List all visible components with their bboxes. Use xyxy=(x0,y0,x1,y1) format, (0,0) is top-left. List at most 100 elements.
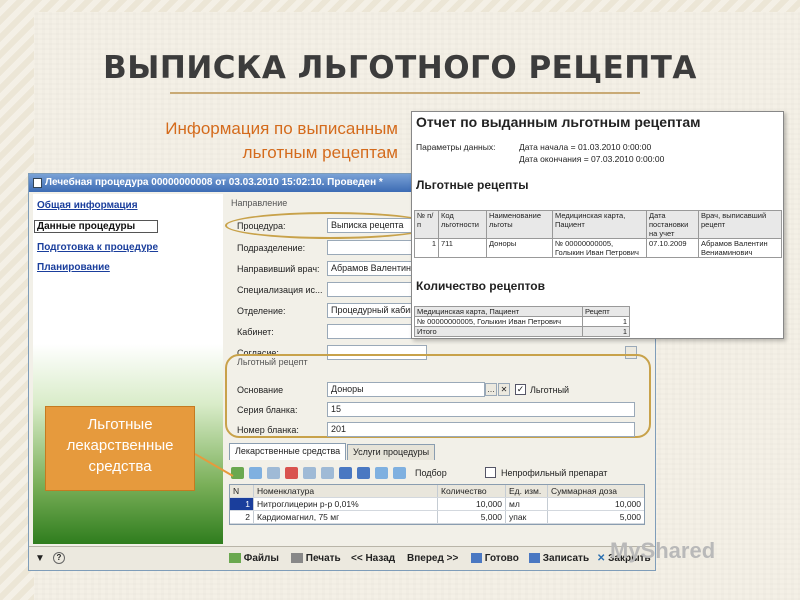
copy-row-icon[interactable] xyxy=(249,467,262,479)
rep-cell-patient: № 00000000005, Голыкин Иван Петрович xyxy=(552,238,647,258)
callout-connector xyxy=(195,453,234,477)
count-cell-patient: № 00000000005, Голыкин Иван Петрович xyxy=(414,316,583,327)
rep-cell-code: 711 xyxy=(438,238,487,258)
edit-row-icon[interactable] xyxy=(267,467,280,479)
subtitle-line-1: Информация по выписанным xyxy=(165,119,398,138)
window-title: Лечебная процедура 00000000008 от 03.03.… xyxy=(45,177,383,188)
grid-header-total-dose[interactable]: Суммарная доза xyxy=(548,485,644,497)
basis-clear-button[interactable]: ✕ xyxy=(498,383,510,396)
basis-label: Основание xyxy=(237,385,284,395)
privileged-label: Льготный xyxy=(530,385,570,395)
nav-link-preparation[interactable]: Подготовка к процедуре xyxy=(37,242,158,253)
number-label: Номер бланка: xyxy=(237,425,299,435)
nav-list: Общая информация Данные процедуры Подгот… xyxy=(34,200,159,282)
nav-link-general-info[interactable]: Общая информация xyxy=(37,200,158,211)
navigation-pane: Общая информация Данные процедуры Подгот… xyxy=(33,194,223,544)
nonprofile-checkbox[interactable] xyxy=(485,467,496,478)
recipe-count-table: Медицинская карта, Пациент Рецепт № 0000… xyxy=(414,306,630,337)
watermark-logo: MyShared xyxy=(610,538,716,563)
forward-button[interactable]: Вперед >> xyxy=(407,553,458,564)
window-status-bar: ▼ ? Файлы Печать << Назад Вперед >> Гото… xyxy=(29,546,655,570)
grid-cell-n: 1 xyxy=(230,498,254,510)
fill-icon[interactable] xyxy=(321,467,334,479)
rep-cell-privilege-name: Доноры xyxy=(486,238,553,258)
number-field[interactable]: 201 xyxy=(327,422,635,437)
medicines-grid: N Номенклатура Количество Ед. изм. Сумма… xyxy=(229,484,645,525)
recipe-group-caption: Льготный рецепт xyxy=(237,357,308,367)
series-label: Серия бланка: xyxy=(237,405,298,415)
grid-cell-unit: упак xyxy=(506,511,548,523)
grid-cell-quantity: 5,000 xyxy=(438,511,506,523)
done-button[interactable]: Готово xyxy=(471,553,519,564)
report-date-end: Дата окончания = 07.03.2010 0:00:00 xyxy=(519,154,665,164)
callout-line-1: Льготные xyxy=(87,416,153,433)
callout-line-2: лекарственные xyxy=(66,437,174,454)
sort-asc-icon[interactable] xyxy=(375,467,388,479)
dropdown-arrow-icon[interactable]: ▼ xyxy=(35,553,45,564)
delete-row-icon[interactable] xyxy=(285,467,298,479)
grid-toolbar: Подбор Непрофильный препарат xyxy=(231,465,647,481)
medicines-callout: Льготные лекарственные средства xyxy=(45,406,195,491)
printer-icon xyxy=(291,553,303,564)
document-icon xyxy=(33,178,42,188)
end-edit-icon[interactable] xyxy=(303,467,316,479)
procedure-highlight xyxy=(225,212,435,239)
nonprofile-label: Непрофильный препарат xyxy=(501,468,608,478)
grid-header-n[interactable]: N xyxy=(230,485,254,497)
report-params-label: Параметры данных: xyxy=(416,142,496,152)
tab-medicines[interactable]: Лекарственные средства xyxy=(229,443,347,460)
files-icon xyxy=(229,553,241,564)
table-header-row: № п/п Код льготности Наименование льготы… xyxy=(414,210,782,239)
table-total-row: Итого 1 xyxy=(414,326,630,337)
nav-link-procedure-data[interactable]: Данные процедуры xyxy=(34,220,159,233)
rep-col-privilege-name: Наименование льготы xyxy=(486,210,553,239)
report-section-privileged: Льготные рецепты xyxy=(416,178,529,192)
cabinet-label: Кабинет: xyxy=(237,327,274,337)
specialization-label: Специализация ис... xyxy=(237,285,323,295)
tab-procedure-services[interactable]: Услуги процедуры xyxy=(347,444,436,460)
rep-cell-registration-date: 07.10.2009 xyxy=(646,238,699,258)
grid-header-row: N Номенклатура Количество Ед. изм. Сумма… xyxy=(230,485,644,498)
files-button[interactable]: Файлы xyxy=(229,553,279,564)
department-label: Подразделение: xyxy=(237,243,306,253)
move-down-icon[interactable] xyxy=(357,467,370,479)
report-window: Отчет по выданным льготным рецептам Пара… xyxy=(411,111,784,339)
table-row[interactable]: 2 Кардиомагнил, 75 мг 5,000 упак 5,000 xyxy=(230,511,644,524)
selection-button[interactable]: Подбор xyxy=(415,468,447,478)
count-col-recipe: Рецепт xyxy=(582,306,630,317)
files-label: Файлы xyxy=(243,553,279,564)
rep-col-code: Код льготности xyxy=(438,210,487,239)
done-label: Готово xyxy=(484,553,519,564)
series-field[interactable]: 15 xyxy=(327,402,635,417)
callout-line-3: средства xyxy=(88,458,152,475)
grid-cell-total-dose: 10,000 xyxy=(615,499,641,509)
privileged-checkbox[interactable]: ✓ xyxy=(515,384,526,395)
save-button[interactable]: Записать xyxy=(529,553,589,564)
table-row[interactable]: 1 Нитроглицерин р-р 0,01% 10,000 мл 10,0… xyxy=(230,498,644,511)
count-col-patient: Медицинская карта, Пациент xyxy=(414,306,583,317)
nav-link-planning[interactable]: Планирование xyxy=(37,262,158,273)
grid-header-unit[interactable]: Ед. изм. xyxy=(506,485,548,497)
grid-cell-nomenclature: Кардиомагнил, 75 мг xyxy=(254,511,438,523)
grid-cell-nomenclature: Нитроглицерин р-р 0,01% xyxy=(254,498,438,510)
grid-cell-unit: мл xyxy=(506,498,548,510)
move-up-icon[interactable] xyxy=(339,467,352,479)
save-icon xyxy=(529,553,540,564)
grid-header-nomenclature[interactable]: Номенклатура xyxy=(254,485,438,497)
privileged-recipes-table: № п/п Код льготности Наименование льготы… xyxy=(414,210,782,258)
report-section-count: Количество рецептов xyxy=(416,279,545,293)
table-row: 1 711 Доноры № 00000000005, Голыкин Иван… xyxy=(414,238,782,258)
rep-cell-number: 1 xyxy=(414,238,439,258)
dept-label: Отделение: xyxy=(237,306,286,316)
grid-cell-total-dose: 5,000 xyxy=(619,512,641,522)
done-icon xyxy=(471,553,482,564)
report-date-start: Дата начала = 01.03.2010 0:00:00 xyxy=(519,142,652,152)
doctor-label: Направивший врач: xyxy=(237,264,320,274)
basis-select-button[interactable]: … xyxy=(485,383,497,396)
print-button[interactable]: Печать xyxy=(291,553,341,564)
help-icon[interactable]: ? xyxy=(53,552,65,564)
sort-desc-icon[interactable] xyxy=(393,467,406,479)
basis-field[interactable]: Доноры xyxy=(327,382,485,397)
back-button[interactable]: << Назад xyxy=(351,553,395,564)
grid-header-quantity[interactable]: Количество xyxy=(438,485,506,497)
